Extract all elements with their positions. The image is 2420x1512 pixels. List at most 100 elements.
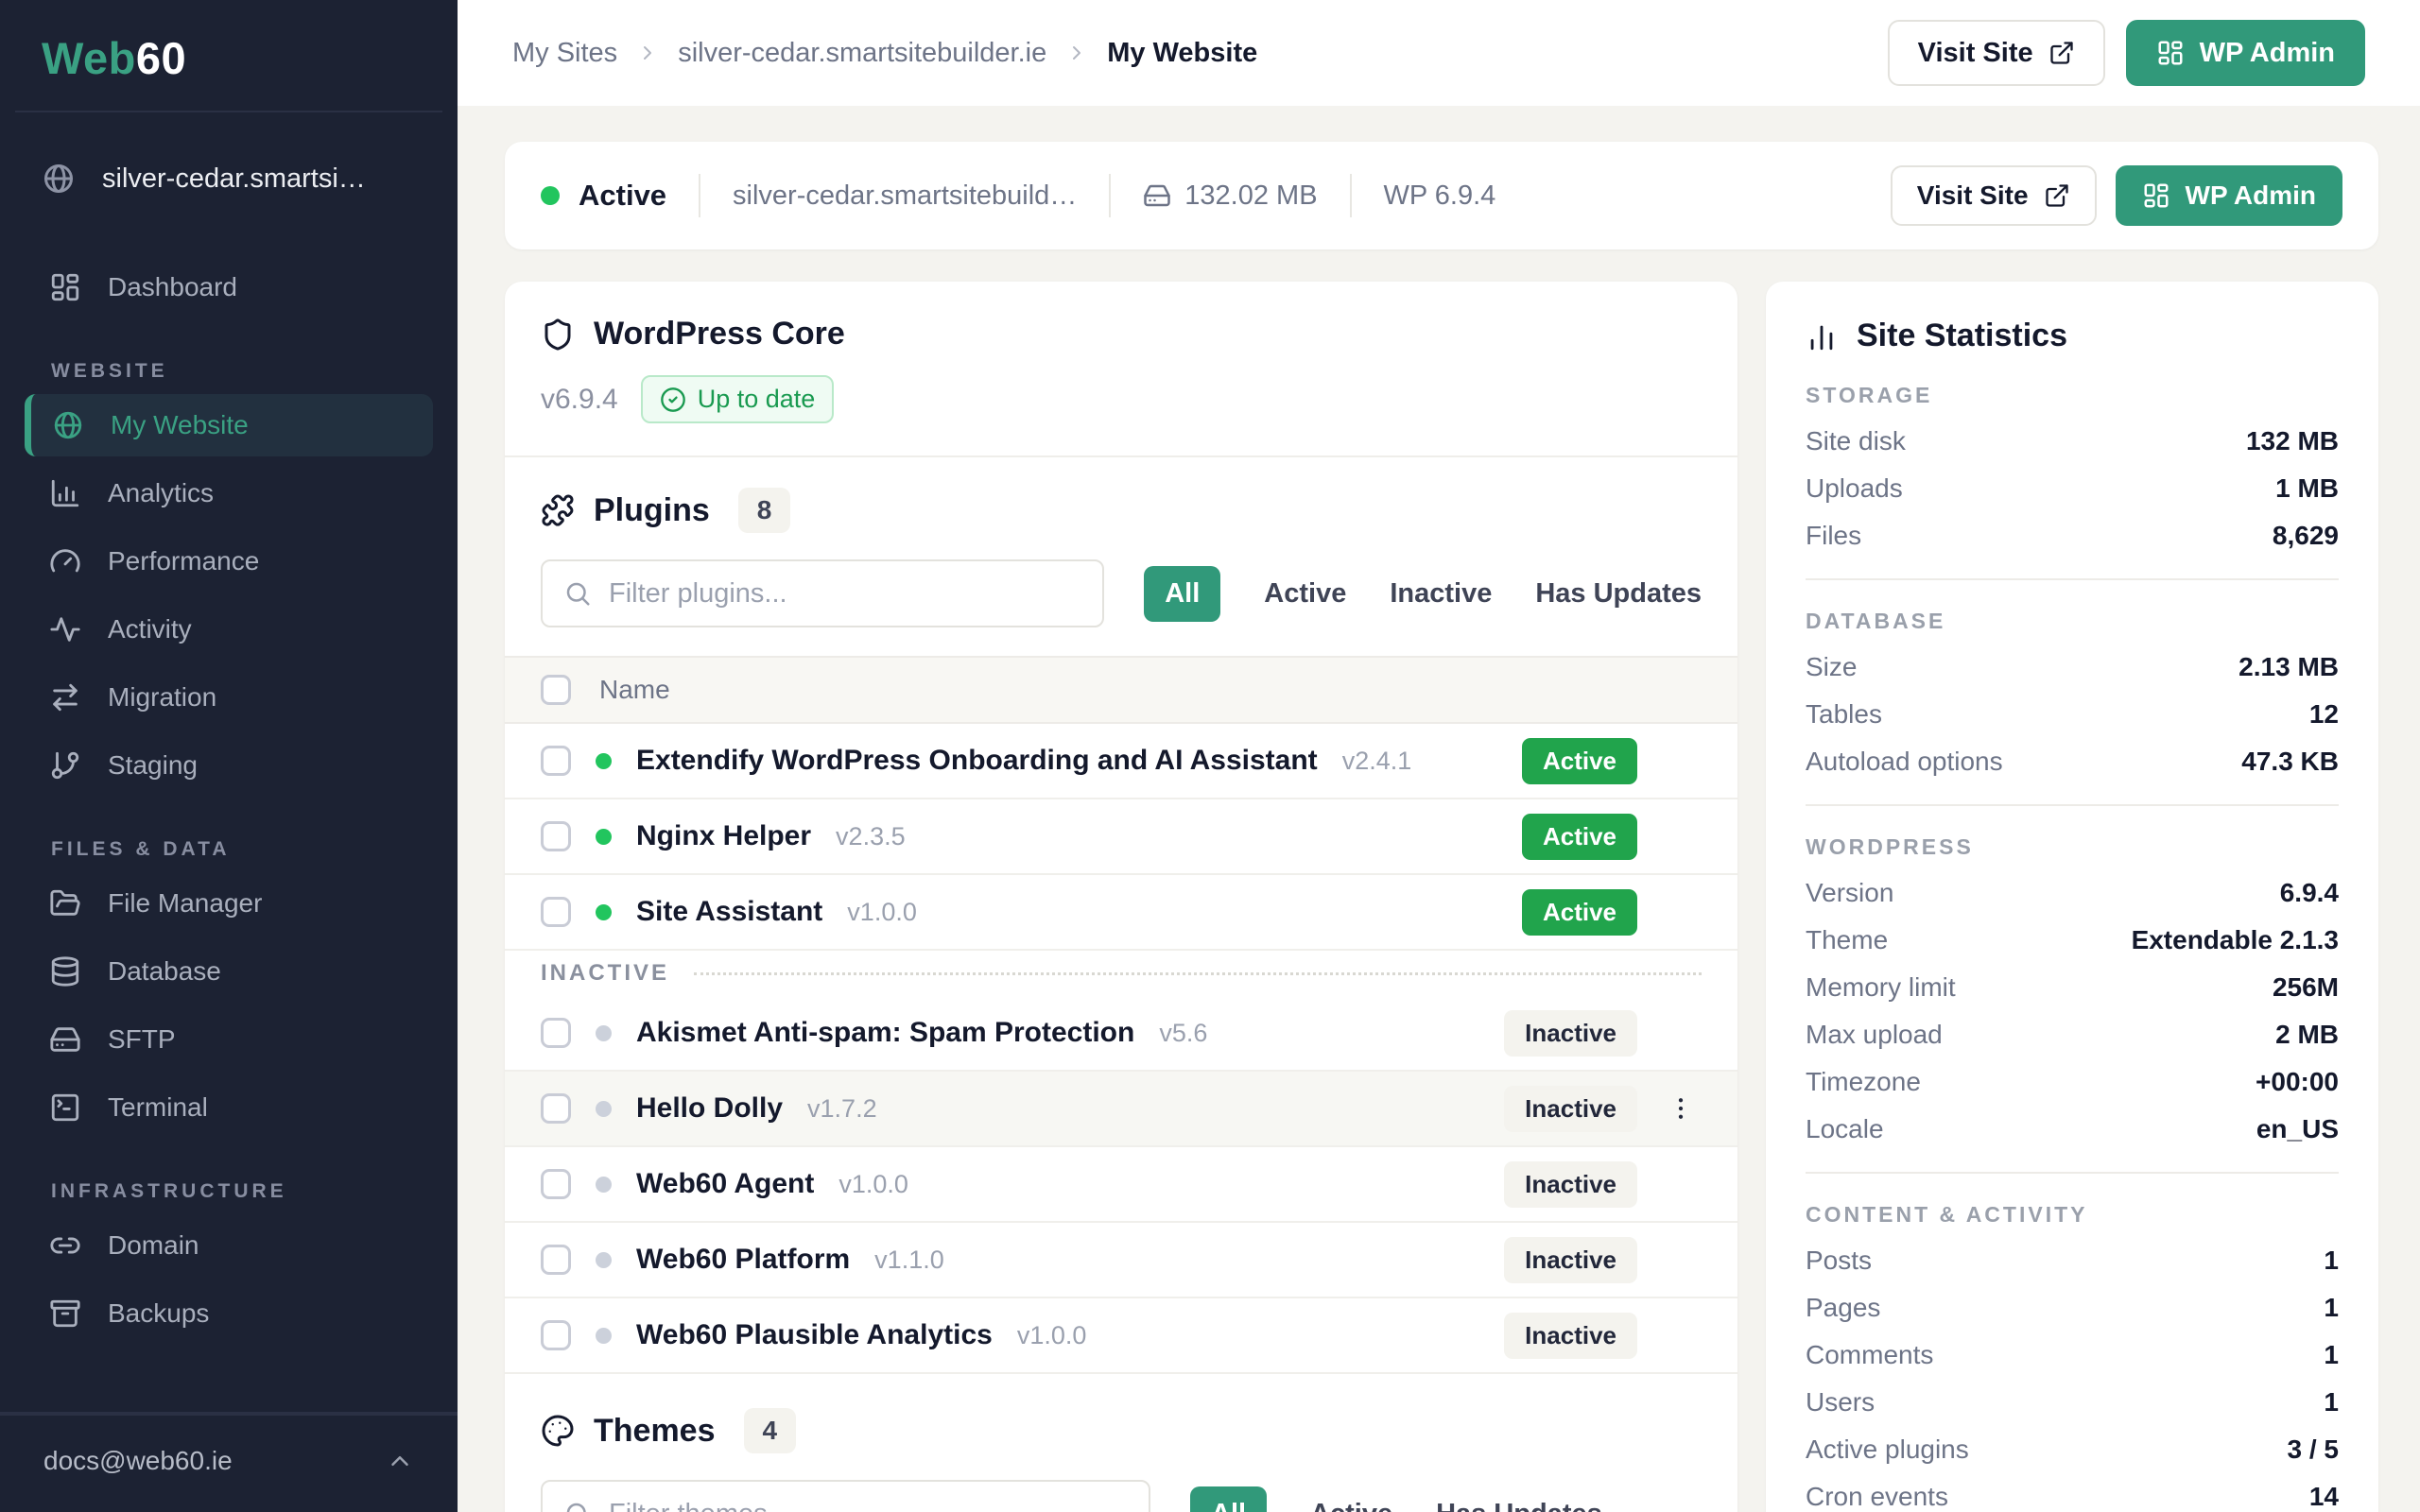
stat-value: 8,629	[2273, 522, 2339, 550]
stat-row-theme: Theme Extendable 2.1.3	[1806, 926, 2339, 954]
stat-label: Autoload options	[1806, 747, 2003, 776]
plugin-checkbox[interactable]	[541, 746, 571, 776]
sidebar-item-dashboard[interactable]: Dashboard	[25, 256, 433, 318]
plugin-checkbox[interactable]	[541, 821, 571, 851]
sidebar-item-label: Domain	[108, 1230, 199, 1261]
stat-value: 1	[2324, 1246, 2339, 1275]
gauge-icon	[49, 545, 81, 577]
stat-value: Extendable 2.1.3	[2132, 926, 2339, 954]
plugin-checkbox[interactable]	[541, 1169, 571, 1199]
plugin-status-badge: Active	[1522, 738, 1637, 784]
plugins-count-badge: 8	[738, 488, 791, 533]
plugin-row-web60-platform[interactable]: Web60 Platformv1.1.0Inactive	[505, 1223, 1737, 1298]
core-version: v6.9.4	[541, 384, 618, 416]
sidebar-account-toggle[interactable]: docs@web60.ie	[0, 1414, 458, 1512]
sidebar-item-staging[interactable]: Staging	[25, 734, 433, 797]
sidebar-item-terminal[interactable]: Terminal	[25, 1076, 433, 1139]
plugins-table-body: Extendify WordPress Onboarding and AI As…	[505, 724, 1737, 1374]
dashboard-grid-icon	[2142, 181, 2170, 210]
plugin-checkbox[interactable]	[541, 1245, 571, 1275]
plugin-name: Site Assistant	[636, 896, 822, 928]
visit-site-button-secondary[interactable]: Visit Site	[1891, 165, 2097, 226]
wordpress-overview-card: WordPress Core v6.9.4 Up to date Plugins	[505, 282, 1737, 1512]
sidebar-item-analytics[interactable]: Analytics	[25, 462, 433, 524]
sidebar-item-activity[interactable]: Activity	[25, 598, 433, 661]
wp-admin-button-secondary[interactable]: WP Admin	[2116, 165, 2342, 226]
stats-section-label-database: DATABASE	[1806, 609, 2339, 634]
sidebar-item-database[interactable]: Database	[25, 940, 433, 1003]
plugin-checkbox[interactable]	[541, 1018, 571, 1048]
stat-row-memory-limit: Memory limit256M	[1806, 973, 2339, 1002]
sidebar-item-label: Analytics	[108, 478, 214, 508]
stat-label: Locale	[1806, 1115, 1884, 1143]
nav-section-label: INFRASTRUCTURE	[0, 1180, 458, 1203]
plugin-row-extendify-wordpress-onboarding-and-ai-assistant[interactable]: Extendify WordPress Onboarding and AI As…	[505, 724, 1737, 799]
page-content: Active silver-cedar.smartsitebuild… 132.…	[458, 106, 2420, 1512]
sidebar: Web60 silver-cedar.smartsi… Dashboard WE…	[0, 0, 458, 1512]
sidebar-item-label: Migration	[108, 682, 216, 713]
stat-row-uploads: Uploads1 MB	[1806, 474, 2339, 503]
site-status: Active	[541, 179, 666, 213]
app-logo: Web60	[0, 0, 458, 111]
sidebar-item-my-website[interactable]: My Website	[25, 394, 433, 456]
plugins-table-header: Name	[505, 656, 1737, 724]
plugin-filter-input[interactable]	[609, 578, 1081, 610]
stat-row-site-disk: Site disk132 MB	[1806, 427, 2339, 455]
inactive-group-divider: INACTIVE	[505, 951, 1737, 996]
sidebar-item-migration[interactable]: Migration	[25, 666, 433, 729]
theme-filter-input[interactable]	[609, 1499, 1128, 1512]
visit-site-button[interactable]: Visit Site	[1888, 20, 2105, 86]
plugin-status-dot	[596, 753, 612, 769]
search-icon	[563, 579, 592, 608]
main-area: My Sites silver-cedar.smartsitebuilder.ie…	[458, 0, 2420, 1512]
plugin-row-site-assistant[interactable]: Site Assistantv1.0.0Active	[505, 875, 1737, 951]
stat-value: 2.13 MB	[2238, 653, 2339, 681]
wp-admin-button[interactable]: WP Admin	[2126, 20, 2365, 86]
sidebar-item-sftp[interactable]: SFTP	[25, 1008, 433, 1071]
sidebar-site-name[interactable]: silver-cedar.smartsi…	[0, 139, 458, 218]
sidebar-item-backups[interactable]: Backups	[25, 1282, 433, 1345]
plugins-tab-all[interactable]: All	[1144, 566, 1220, 622]
plugin-row-web60-agent[interactable]: Web60 Agentv1.0.0Inactive	[505, 1147, 1737, 1223]
plugin-checkbox[interactable]	[541, 897, 571, 927]
stat-value: 6.9.4	[2280, 879, 2339, 907]
plugin-row-web60-plausible-analytics[interactable]: Web60 Plausible Analyticsv1.0.0Inactive	[505, 1298, 1737, 1374]
chevron-up-icon	[386, 1447, 414, 1475]
breadcrumb-link-silver-cedar-smartsitebuilder-ie[interactable]: silver-cedar.smartsitebuilder.ie	[678, 38, 1046, 69]
plugins-tab-active[interactable]: Active	[1264, 578, 1346, 610]
plugin-filter-tabs: All Active Inactive Has Updates	[1144, 566, 1702, 622]
sidebar-nav: Dashboard WEBSITEMy WebsiteAnalyticsPerf…	[0, 218, 458, 1412]
plugin-row-akismet-anti-spam-spam-protection[interactable]: Akismet Anti-spam: Spam Protectionv5.6In…	[505, 996, 1737, 1072]
plugin-version: v1.7.2	[807, 1094, 877, 1124]
plugin-row-hello-dolly[interactable]: Hello Dollyv1.7.2Inactive	[505, 1072, 1737, 1147]
plugin-status-badge: Inactive	[1504, 1010, 1637, 1057]
plugin-version: v1.0.0	[838, 1170, 908, 1199]
stat-label: Theme	[1806, 926, 1888, 954]
activity-icon	[49, 613, 81, 645]
plugin-checkbox[interactable]	[541, 1093, 571, 1124]
stat-row-autoload-options: Autoload options47.3 KB	[1806, 747, 2339, 776]
plugin-checkbox[interactable]	[541, 1320, 571, 1350]
themes-tab-has-updates[interactable]: Has Updates	[1436, 1499, 1602, 1512]
sidebar-item-domain[interactable]: Domain	[25, 1214, 433, 1277]
plugins-tab-inactive[interactable]: Inactive	[1390, 578, 1492, 610]
themes-tab-active[interactable]: Active	[1310, 1499, 1392, 1512]
nav-section-label: FILES & DATA	[0, 838, 458, 861]
wp-admin-label: WP Admin	[2200, 38, 2335, 69]
sidebar-item-performance[interactable]: Performance	[25, 530, 433, 593]
themes-tab-all[interactable]: All	[1190, 1486, 1267, 1512]
up-to-date-badge: Up to date	[641, 375, 835, 423]
plugins-tab-has-updates[interactable]: Has Updates	[1535, 578, 1702, 610]
stat-label: Active plugins	[1806, 1435, 1969, 1464]
bar-chart-icon	[1806, 320, 1838, 352]
kebab-menu-icon[interactable]	[1667, 1094, 1695, 1123]
stat-label: Memory limit	[1806, 973, 1956, 1002]
select-all-checkbox[interactable]	[541, 675, 571, 705]
app-logo-secondary: 60	[136, 33, 186, 83]
plugin-row-nginx-helper[interactable]: Nginx Helperv2.3.5Active	[505, 799, 1737, 875]
breadcrumb-link-my-sites[interactable]: My Sites	[512, 38, 617, 69]
stat-row-timezone: Timezone+00:00	[1806, 1068, 2339, 1096]
plugin-status-dot	[596, 904, 612, 920]
sidebar-item-file-manager[interactable]: File Manager	[25, 872, 433, 935]
plugins-section-head: Plugins 8 AllActiveInactiveHas Updates	[505, 457, 1737, 627]
